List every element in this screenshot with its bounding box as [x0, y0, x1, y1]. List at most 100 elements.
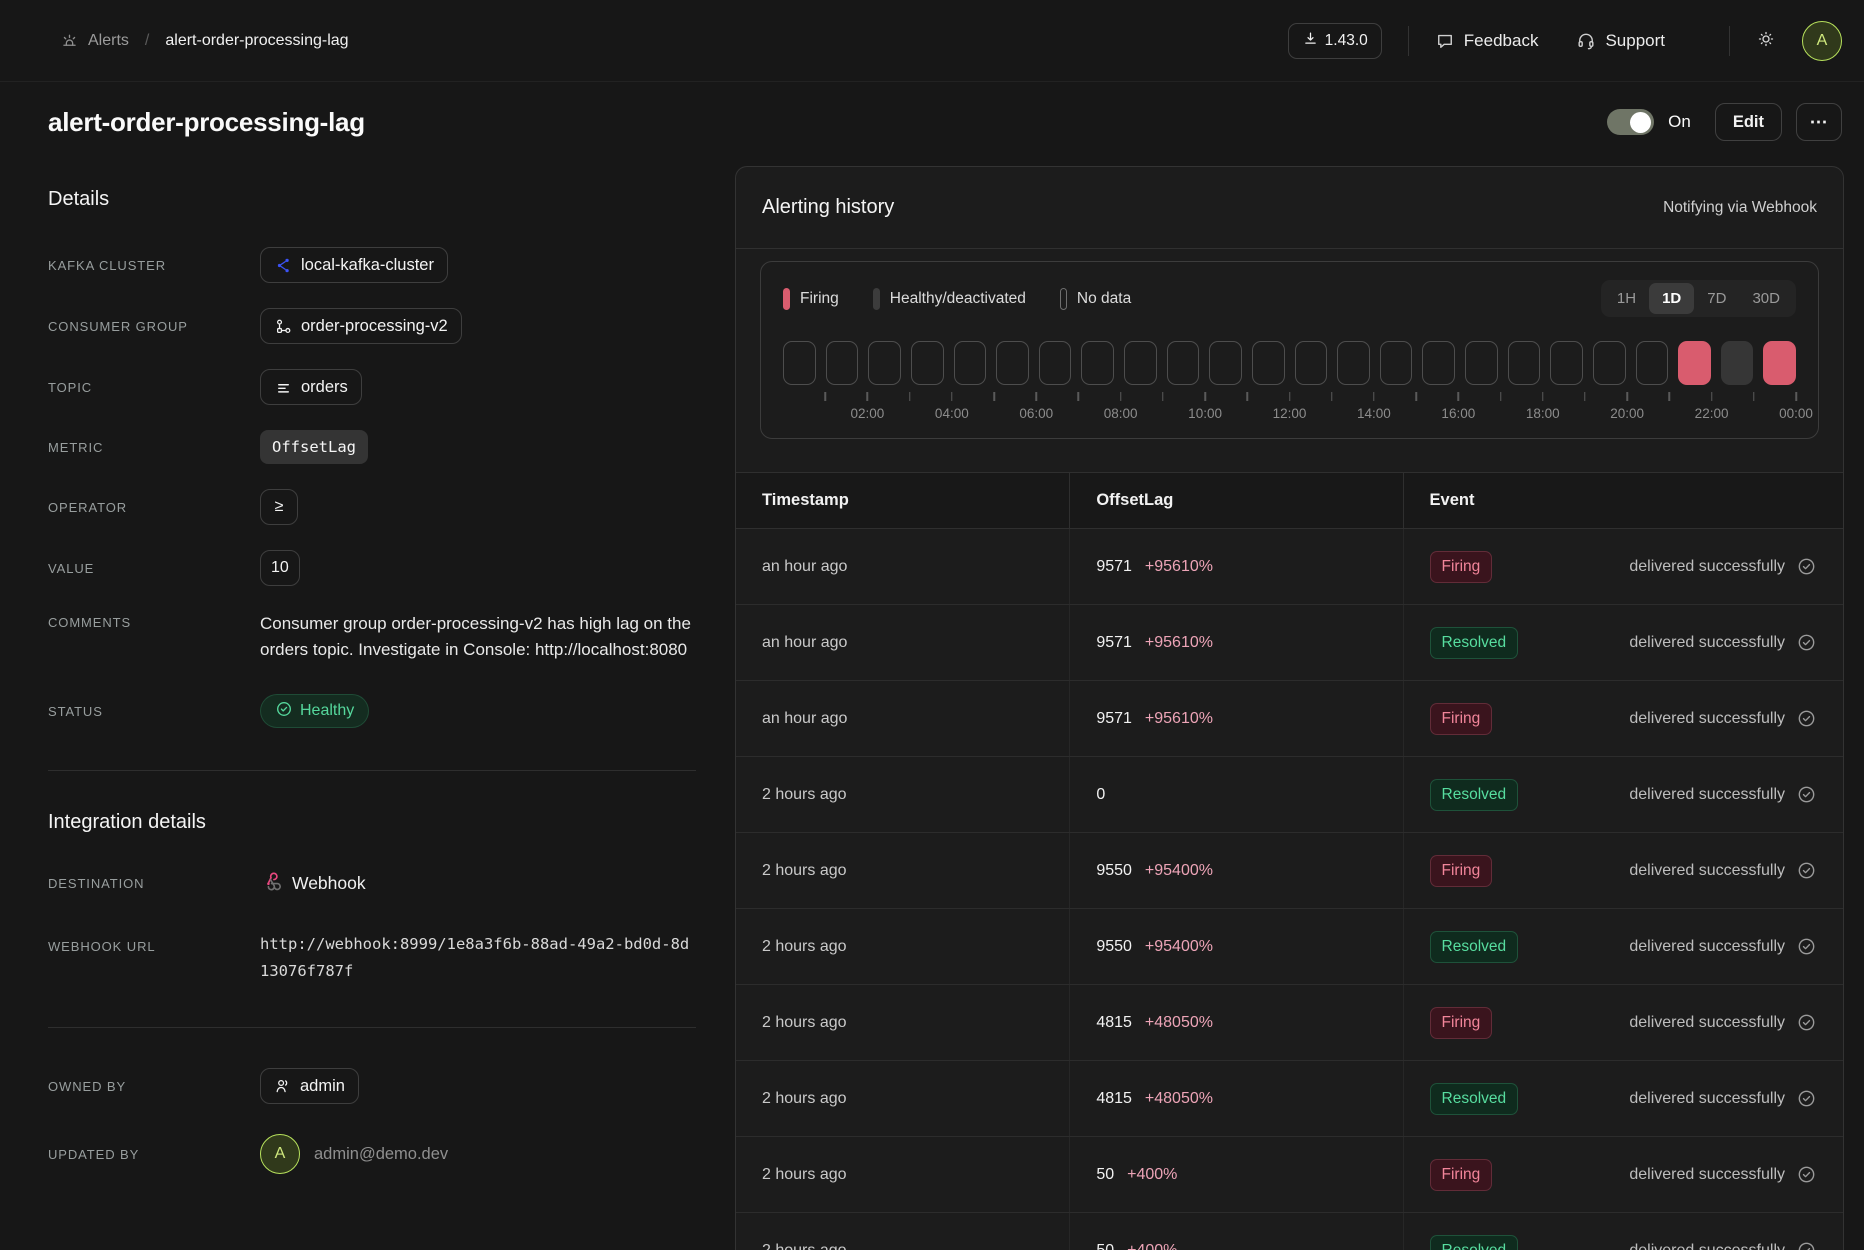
row-offsetlag: 4815 +48050% [1070, 1061, 1403, 1136]
delivered-check-icon [1796, 708, 1817, 729]
range-30d-button[interactable]: 30D [1739, 283, 1793, 314]
delivery-status: delivered successfully [1629, 860, 1817, 881]
more-actions-button[interactable]: ⋯ [1796, 103, 1842, 141]
support-label: Support [1605, 31, 1665, 51]
user-avatar[interactable]: A [1802, 21, 1842, 61]
row-timestamp: 2 hours ago [736, 909, 1070, 984]
timeline-tick [1247, 392, 1249, 401]
row-event: Firingdelivered successfully [1404, 681, 1843, 756]
theme-toggle-button[interactable] [1756, 29, 1776, 52]
card-title: Alerting history [762, 196, 894, 219]
delivery-status: delivered successfully [1629, 1240, 1817, 1250]
owner-pill[interactable]: admin [260, 1068, 359, 1104]
field-label: VALUE [48, 561, 260, 576]
timeline-label: 00:00 [1779, 406, 1813, 421]
support-button[interactable]: Support [1576, 31, 1665, 51]
consumer-group-name: order-processing-v2 [301, 317, 448, 336]
range-1d-button[interactable]: 1D [1649, 283, 1694, 314]
timeline-cell-empty[interactable] [911, 341, 944, 385]
timeline-tick [1331, 392, 1333, 401]
firing-swatch [783, 288, 790, 310]
kafka-cluster-pill[interactable]: local-kafka-cluster [260, 247, 448, 283]
timeline-cell-empty[interactable] [1252, 341, 1285, 385]
field-value: VALUE 10 [48, 550, 696, 586]
offsetlag-percent: +48050% [1145, 1090, 1213, 1108]
delivered-check-icon [1796, 1088, 1817, 1109]
timeline-tick [1036, 392, 1038, 401]
timeline-ticks [783, 392, 1796, 402]
delivered-check-icon [1796, 556, 1817, 577]
timeline-cell-empty[interactable] [1209, 341, 1242, 385]
delivery-status: delivered successfully [1629, 556, 1817, 577]
check-circle-icon [275, 700, 293, 723]
row-event: Firingdelivered successfully [1404, 529, 1843, 604]
timeline-cell-empty[interactable] [826, 341, 859, 385]
event-badge-firing: Firing [1430, 703, 1493, 735]
timeline-cell-empty[interactable] [1465, 341, 1498, 385]
table-header: Timestamp OffsetLag Event [736, 472, 1843, 529]
timeline-cell-empty[interactable] [1337, 341, 1370, 385]
row-offsetlag: 9571+95610% [1070, 681, 1403, 756]
row-timestamp: 2 hours ago [736, 1213, 1070, 1250]
edit-button[interactable]: Edit [1715, 103, 1782, 141]
event-badge-resolved: Resolved [1430, 931, 1519, 963]
row-event: Resolved delivered successfully [1404, 1213, 1843, 1250]
divider [48, 1027, 696, 1028]
timeline-cell-empty[interactable] [868, 341, 901, 385]
offsetlag-value: 9550 [1096, 938, 1132, 956]
timeline-cell-healthy[interactable] [1721, 341, 1754, 385]
topbar-actions: 1.43.0 Feedback Support A [1288, 21, 1842, 61]
topic-pill[interactable]: orders [260, 369, 362, 405]
offsetlag-value: 50 [1096, 1166, 1114, 1184]
threshold-value: 10 [260, 550, 300, 586]
delivery-status: delivered successfully [1629, 1088, 1817, 1109]
card-header: Alerting history Notifying via Webhook [736, 167, 1843, 249]
breadcrumb-alerts-link[interactable]: Alerts [88, 32, 129, 50]
legend-label: No data [1077, 290, 1131, 308]
feedback-button[interactable]: Feedback [1435, 31, 1539, 51]
timeline-cell-empty[interactable] [1508, 341, 1541, 385]
timeline-label: 22:00 [1695, 406, 1729, 421]
timeline-cell-empty[interactable] [1550, 341, 1583, 385]
row-offsetlag: 9550+95400% [1070, 909, 1403, 984]
timeline-cells [783, 341, 1796, 385]
timeline-cell-empty[interactable] [1380, 341, 1413, 385]
row-event: Resolveddelivered successfully [1404, 757, 1843, 832]
destination-text: Webhook [292, 873, 366, 894]
timeline-cell-firing[interactable] [1763, 341, 1796, 385]
timeline-label: 06:00 [1019, 406, 1053, 421]
headset-icon [1576, 31, 1596, 51]
timeline-cell-empty[interactable] [1422, 341, 1455, 385]
timeline-cell-empty[interactable] [783, 341, 816, 385]
range-1h-button[interactable]: 1H [1604, 283, 1649, 314]
timeline-tick [1204, 392, 1206, 401]
timeline-cell-empty[interactable] [1636, 341, 1669, 385]
status-text: Healthy [300, 702, 354, 720]
timeline-cell-empty[interactable] [1295, 341, 1328, 385]
event-badge-resolved: Resolved [1430, 1235, 1519, 1250]
alert-enabled-toggle[interactable] [1607, 109, 1654, 135]
updater-email: admin@demo.dev [314, 1145, 448, 1164]
timeline-cell-empty[interactable] [1039, 341, 1072, 385]
timeline-cell-empty[interactable] [1167, 341, 1200, 385]
timeline-cell-empty[interactable] [1124, 341, 1157, 385]
details-heading: Details [48, 188, 696, 211]
consumer-group-pill[interactable]: order-processing-v2 [260, 308, 462, 344]
col-header-timestamp: Timestamp [736, 473, 1070, 528]
timeline-cell-empty[interactable] [1593, 341, 1626, 385]
history-row: 2 hours ago0Resolveddelivered successful… [736, 757, 1843, 833]
timeline-cell-empty[interactable] [996, 341, 1029, 385]
timeline-cell-empty[interactable] [1081, 341, 1114, 385]
col-header-event: Event [1404, 473, 1843, 528]
timeline-cell-firing[interactable] [1678, 341, 1711, 385]
range-7d-button[interactable]: 7D [1694, 283, 1739, 314]
version-label: 1.43.0 [1325, 32, 1368, 50]
row-event: Firingdelivered successfully [1404, 985, 1843, 1060]
nodata-swatch [1060, 288, 1067, 310]
row-event: Resolveddelivered successfully [1404, 1061, 1843, 1136]
version-button[interactable]: 1.43.0 [1288, 23, 1382, 59]
offsetlag-value: 4815 [1096, 1090, 1132, 1108]
notify-via-text: Notifying via Webhook [1663, 199, 1817, 217]
timeline-cell-empty[interactable] [954, 341, 987, 385]
consumer-group-icon [274, 317, 293, 336]
